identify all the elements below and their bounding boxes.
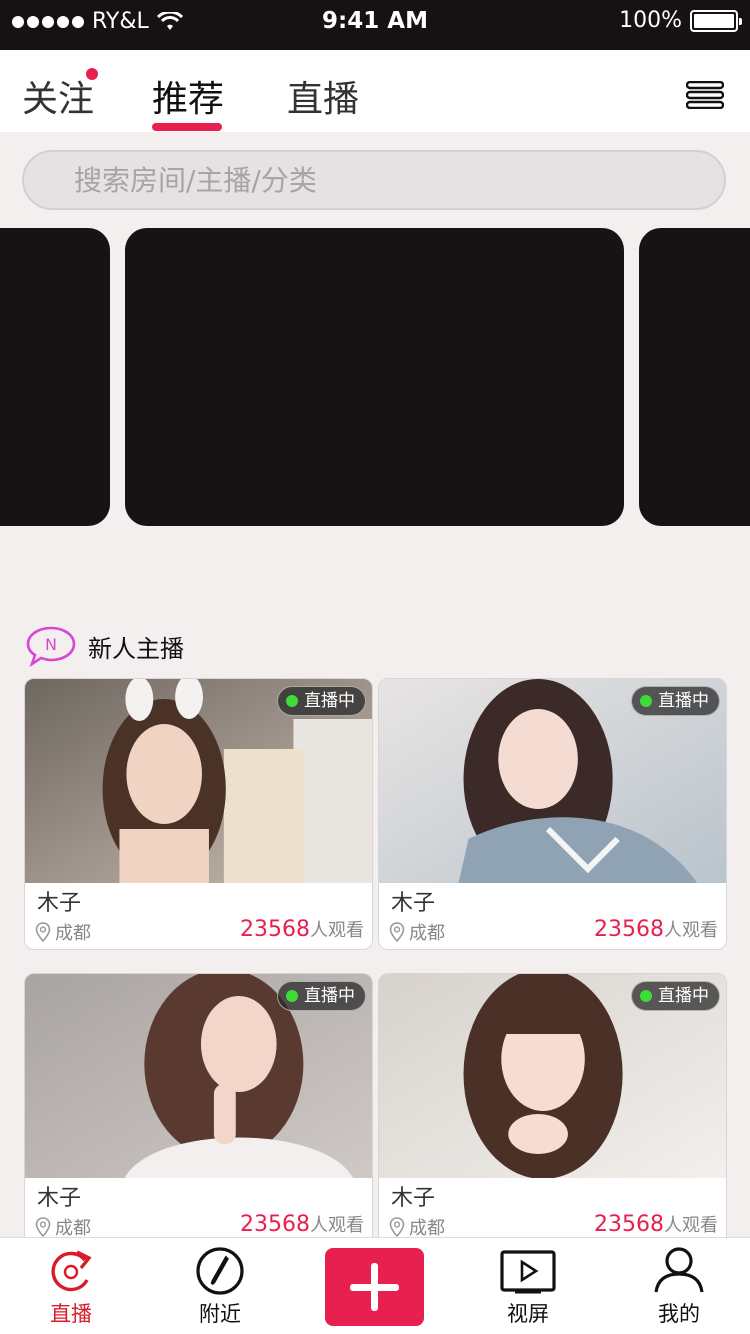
- live-badge: 直播中: [277, 981, 366, 1011]
- location-pin-icon: [35, 1217, 51, 1237]
- banner-next[interactable]: [639, 228, 750, 526]
- location: 成都: [389, 919, 445, 945]
- streamer-name: 木子: [37, 1186, 82, 1211]
- location-pin-icon: [35, 922, 51, 942]
- bottom-tab-bar: 直播 附近 视屏 我的: [0, 1237, 750, 1334]
- viewer-number: 23568: [594, 1212, 664, 1237]
- live-badge: 直播中: [631, 981, 720, 1011]
- menu-icon[interactable]: [686, 81, 724, 109]
- active-tab-indicator: [152, 123, 222, 131]
- status-bar: RY&L 9:41 AM 100%: [0, 0, 750, 50]
- tabbar-video[interactable]: 视屏: [478, 1246, 578, 1328]
- new-chat-bubble-icon: N: [26, 626, 76, 668]
- wifi-icon: [156, 11, 183, 30]
- streamer-name: 木子: [391, 1186, 436, 1211]
- battery-group: 100%: [619, 8, 742, 33]
- streamer-card[interactable]: 直播中 木子 成都 23568人观看: [378, 678, 727, 950]
- tabbar-live-label: 直播: [50, 1302, 92, 1326]
- live-refresh-icon: [51, 1250, 92, 1292]
- tab-live[interactable]: 直播: [287, 70, 359, 122]
- viewer-count: 23568人观看: [240, 916, 364, 942]
- carrier-group: RY&L: [12, 9, 183, 34]
- viewer-suffix: 人观看: [310, 1215, 364, 1236]
- signal-icon: [12, 15, 84, 28]
- location-label: 成都: [409, 923, 445, 944]
- viewer-number: 23568: [594, 917, 664, 942]
- live-badge: 直播中: [277, 686, 366, 716]
- viewer-count: 23568人观看: [240, 1211, 364, 1237]
- banner-main[interactable]: [125, 228, 624, 526]
- compass-icon: [196, 1247, 244, 1295]
- tab-recommend-label: 推荐: [152, 79, 225, 120]
- viewer-number: 23568: [240, 1212, 310, 1237]
- battery-percent: 100%: [619, 8, 682, 33]
- video-play-icon: [500, 1250, 556, 1294]
- tab-follow[interactable]: 关注: [22, 68, 99, 122]
- location-pin-icon: [389, 922, 405, 942]
- section-header: N 新人主播: [24, 624, 184, 668]
- live-badge: 直播中: [631, 686, 720, 716]
- streamer-name: 木子: [391, 891, 436, 916]
- location: 成都: [35, 919, 91, 945]
- viewer-suffix: 人观看: [664, 920, 718, 941]
- viewer-suffix: 人观看: [664, 1215, 718, 1236]
- tabbar-nearby-label: 附近: [199, 1302, 241, 1326]
- tabbar-me-label: 我的: [658, 1302, 700, 1326]
- tabbar-me[interactable]: 我的: [629, 1246, 729, 1328]
- streamer-name: 木子: [37, 891, 82, 916]
- tabbar-nearby[interactable]: 附近: [170, 1246, 270, 1328]
- location-label: 成都: [55, 923, 91, 944]
- add-stream-button[interactable]: [325, 1248, 424, 1326]
- tab-live-label: 直播: [287, 79, 360, 120]
- banner-prev[interactable]: [0, 228, 110, 526]
- tabbar-live[interactable]: 直播: [21, 1246, 121, 1328]
- battery-icon: [690, 9, 742, 32]
- viewer-count: 23568人观看: [594, 916, 718, 942]
- search-bar: [22, 150, 726, 210]
- tab-follow-label: 关注: [22, 79, 95, 120]
- streamer-card[interactable]: 直播中 木子 成都 23568人观看: [24, 678, 373, 950]
- plus-icon: [350, 1263, 399, 1311]
- user-icon: [654, 1247, 704, 1293]
- tabbar-video-label: 视屏: [507, 1302, 549, 1326]
- carrier-label: RY&L: [92, 9, 149, 34]
- viewer-number: 23568: [240, 917, 310, 942]
- viewer-count: 23568人观看: [594, 1211, 718, 1237]
- section-badge-letter: N: [45, 635, 57, 654]
- tab-recommend[interactable]: 推荐: [152, 70, 224, 122]
- notification-dot: [86, 68, 99, 80]
- streamer-card[interactable]: 直播中 木子 成都 23568人观看: [24, 973, 373, 1245]
- top-nav: 关注 推荐 直播: [0, 50, 750, 132]
- streamer-card[interactable]: 直播中 木子 成都 23568人观看: [378, 973, 727, 1245]
- section-title: 新人主播: [88, 634, 184, 663]
- search-input[interactable]: [24, 152, 724, 208]
- viewer-suffix: 人观看: [310, 920, 364, 941]
- location-pin-icon: [389, 1217, 405, 1237]
